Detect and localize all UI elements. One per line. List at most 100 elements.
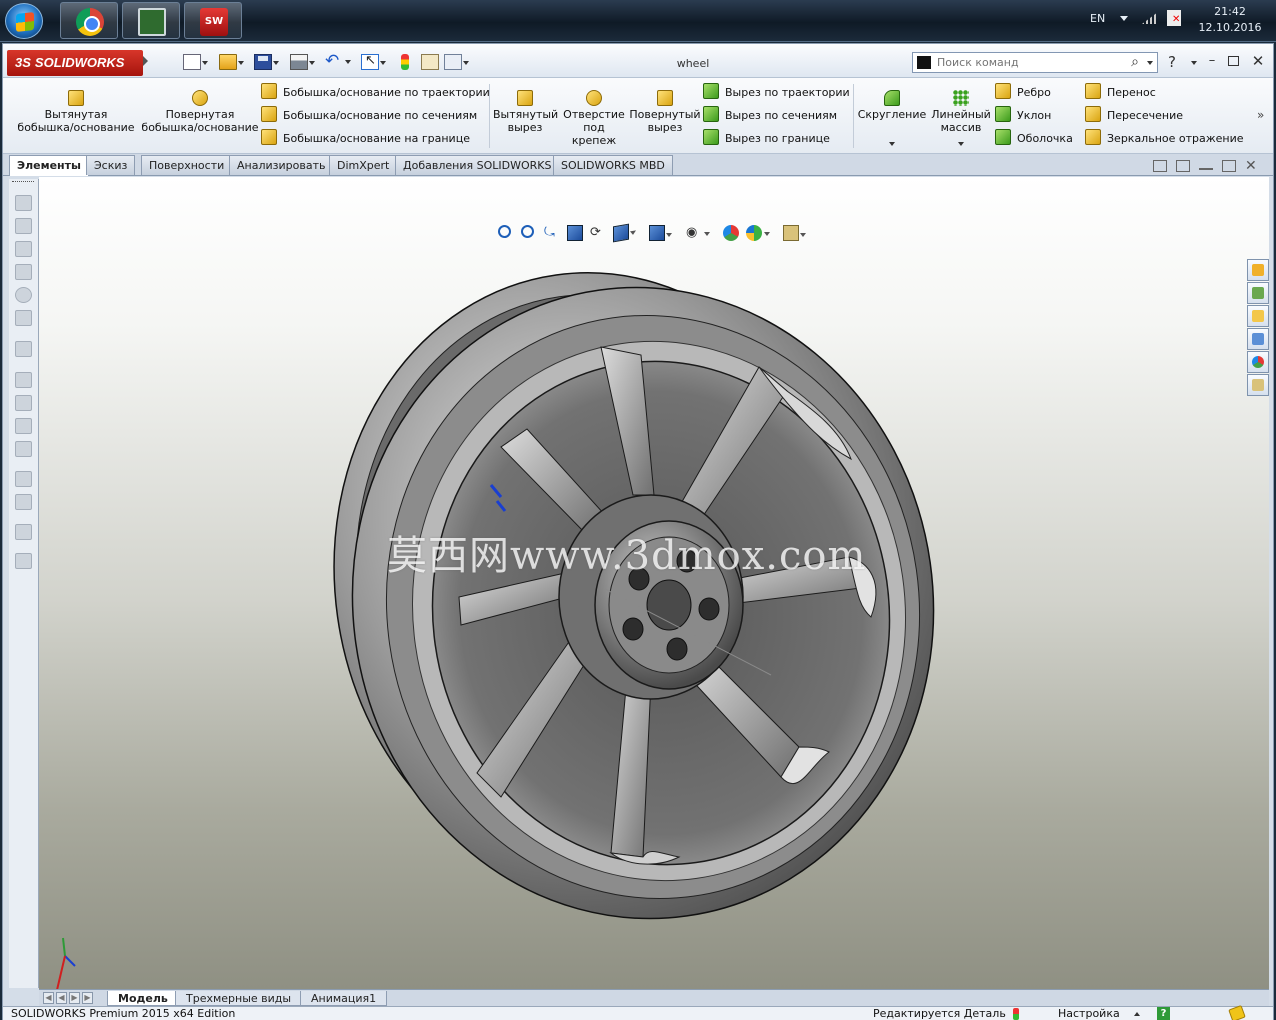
configuration-manager-icon[interactable] <box>15 241 32 257</box>
linear-pattern-button[interactable]: Линейный массив <box>929 90 993 134</box>
revolved-boss-button[interactable]: Повернутая бобышка/основание <box>141 90 259 134</box>
system-clock[interactable]: 21:42 12.10.2016 <box>1190 4 1270 36</box>
taskbar-solidworks-button[interactable]: SW <box>184 2 242 39</box>
customize-label[interactable]: Настройка <box>1058 1007 1120 1020</box>
customize-dropdown-icon[interactable] <box>1134 1012 1140 1016</box>
boundary-boss-button[interactable]: Бобышка/основание на границе <box>261 129 470 147</box>
action-center-flag-icon[interactable] <box>1167 10 1181 26</box>
restore-icon[interactable] <box>1228 56 1239 66</box>
lofted-boss-button[interactable]: Бобышка/основание по сечениям <box>261 106 477 124</box>
command-search[interactable]: ⌕ <box>912 52 1158 73</box>
lofted-cut-button[interactable]: Вырез по сечениям <box>703 106 837 124</box>
layout-tool-icon[interactable] <box>15 441 32 457</box>
network-signal-icon[interactable] <box>1142 12 1158 24</box>
feature-tree-icon[interactable] <box>15 195 32 211</box>
section-view-icon[interactable] <box>15 372 32 388</box>
draft-button[interactable]: Уклон <box>995 106 1051 124</box>
curve-tool-icon[interactable] <box>15 395 32 411</box>
split-view-icon[interactable] <box>1176 160 1190 172</box>
design-library-icon[interactable] <box>1247 282 1269 304</box>
language-indicator[interactable]: EN <box>1090 12 1105 25</box>
quick-tips-icon[interactable]: ? <box>1157 1007 1170 1020</box>
options-icon[interactable] <box>421 54 439 70</box>
swept-cut-button[interactable]: Вырез по траектории <box>703 83 850 101</box>
reference-geometry-icon[interactable] <box>15 418 32 434</box>
file-properties-icon[interactable] <box>444 54 469 70</box>
doc-minimize-icon[interactable] <box>1199 160 1213 170</box>
custom-properties-icon[interactable] <box>1247 374 1269 396</box>
appearance-icon[interactable] <box>15 310 32 326</box>
rib-button[interactable]: Ребро <box>995 83 1051 101</box>
select-pointer-icon[interactable] <box>361 53 386 70</box>
fillet-button[interactable]: Скругление <box>857 90 927 121</box>
custom-tool-icon[interactable] <box>15 553 32 569</box>
swept-boss-button[interactable]: Бобышка/основание по траектории <box>261 83 490 101</box>
intersect-button[interactable]: Пересечение <box>1085 106 1183 124</box>
open-folder-icon[interactable] <box>219 54 244 70</box>
tab-animation1[interactable]: Анимация1 <box>300 991 388 1006</box>
boundary-cut-button[interactable]: Вырез по границе <box>703 129 830 147</box>
dimxpert-manager-icon[interactable] <box>15 264 32 280</box>
hole-wizard-button[interactable]: Отверстие под крепеж <box>561 90 627 147</box>
taskbar-chrome-button[interactable] <box>60 2 118 39</box>
minimize-icon[interactable]: – <box>1205 54 1219 68</box>
tab-evaluate[interactable]: Анализировать <box>229 155 334 175</box>
first-tab-arrow-icon[interactable]: ◀ <box>43 992 54 1004</box>
search-dropdown-icon[interactable] <box>1147 61 1153 65</box>
prev-tab-arrow-icon[interactable]: ◀ <box>56 992 67 1004</box>
tab-sketch[interactable]: Эскиз <box>86 155 136 175</box>
search-icon[interactable]: ⌕ <box>1131 54 1139 70</box>
new-document-icon[interactable] <box>183 54 208 70</box>
print-icon[interactable] <box>290 54 315 70</box>
tab-features[interactable]: Элементы <box>9 155 89 176</box>
next-tab-arrow-icon[interactable]: ▶ <box>69 992 80 1004</box>
command-search-input[interactable] <box>937 55 1127 70</box>
tags-icon[interactable] <box>1228 1004 1246 1020</box>
solidworks-resources-icon[interactable] <box>1247 259 1269 281</box>
help-icon[interactable]: ? <box>1168 53 1176 71</box>
graphics-viewport[interactable]: ⤿ ⟳ ◉ 莫西网www.3dmox.com <box>39 177 1269 991</box>
mirror-button[interactable]: Зеркальное отражение <box>1085 129 1244 147</box>
panel-grip[interactable] <box>12 181 34 184</box>
tray-expand-icon[interactable] <box>1120 16 1128 21</box>
revolved-cut-button[interactable]: Повернутый вырез <box>629 90 701 134</box>
linear-pattern-dropdown-icon[interactable] <box>958 142 964 146</box>
tile-view-icon[interactable] <box>1153 160 1167 172</box>
extruded-cut-button[interactable]: Вытянутый вырез <box>493 90 558 134</box>
property-manager-icon[interactable] <box>15 218 32 234</box>
sketch-tool-icon[interactable] <box>15 341 32 357</box>
appearances-scenes-icon[interactable] <box>1247 351 1269 373</box>
ribbon-more-chevron-icon[interactable]: » <box>1257 108 1264 122</box>
tab-solidworks-addins[interactable]: Добавления SOLIDWORKS <box>395 155 560 175</box>
close-icon[interactable]: ✕ <box>1251 54 1265 69</box>
revolved-cut-icon <box>657 90 673 106</box>
start-button[interactable] <box>5 3 43 39</box>
rebuild-traffic-light-icon[interactable] <box>401 54 409 70</box>
tab-dimxpert[interactable]: DimXpert <box>329 155 398 175</box>
view-palette-icon[interactable] <box>1247 328 1269 350</box>
doc-restore-icon[interactable] <box>1222 160 1236 172</box>
plane-tool-icon[interactable] <box>15 494 32 510</box>
tab-surfaces[interactable]: Поверхности <box>141 155 233 175</box>
wheel-model[interactable] <box>39 177 1269 989</box>
undo-icon[interactable]: ↶ <box>325 53 351 70</box>
tab-3d-views[interactable]: Трехмерные виды <box>175 991 303 1006</box>
macro-icon[interactable] <box>15 524 32 540</box>
save-icon[interactable] <box>254 54 279 70</box>
doc-close-icon[interactable]: ✕ <box>1245 159 1259 173</box>
display-manager-icon[interactable] <box>15 287 32 303</box>
shell-button[interactable]: Оболочка <box>995 129 1073 147</box>
surface-tool-icon[interactable] <box>15 471 32 487</box>
solidworks-logo[interactable]: 3S SOLIDWORKS <box>7 50 143 76</box>
tab-model[interactable]: Модель <box>107 991 179 1006</box>
rebuild-status-icon[interactable] <box>1013 1008 1019 1020</box>
menu-flyout-arrow-icon[interactable] <box>143 56 148 66</box>
last-tab-arrow-icon[interactable]: ▶ <box>82 992 93 1004</box>
fillet-dropdown-icon[interactable] <box>889 142 895 146</box>
file-explorer-icon[interactable] <box>1247 305 1269 327</box>
help-dropdown-icon[interactable] <box>1191 61 1197 65</box>
tab-solidworks-mbd[interactable]: SOLIDWORKS MBD <box>553 155 673 175</box>
extruded-boss-button[interactable]: Вытянутая бобышка/основание <box>17 90 135 134</box>
taskbar-monitor-button[interactable] <box>122 2 180 39</box>
move-button[interactable]: Перенос <box>1085 83 1156 101</box>
